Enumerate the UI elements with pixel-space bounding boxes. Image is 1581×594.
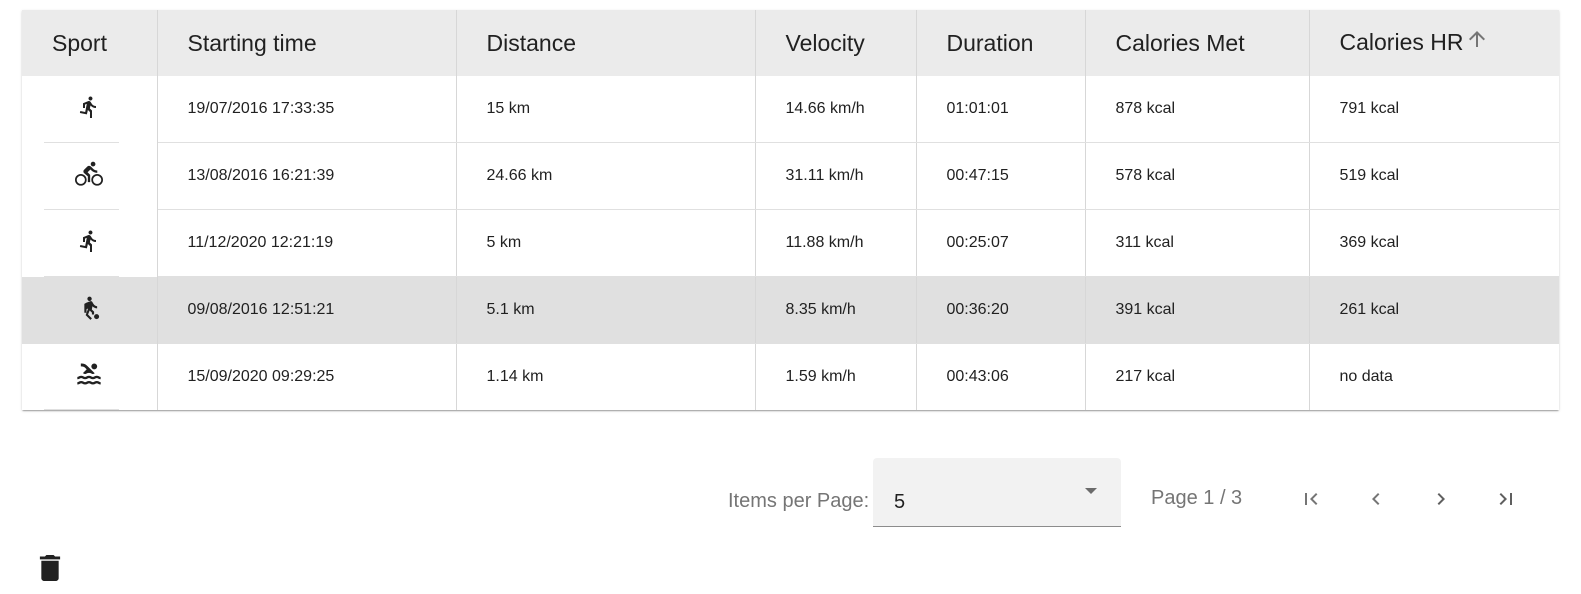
pagination-bar: Items per Page: 5 Page 1 / 3 xyxy=(0,458,1581,528)
cell-distance: 5.1 km xyxy=(456,276,756,344)
sport-cell xyxy=(22,276,158,344)
header-velocity-label: Velocity xyxy=(785,29,865,56)
header-duration[interactable]: Duration xyxy=(916,10,1086,76)
activities-table: Sport Starting time Distance Velocity Du… xyxy=(22,10,1559,410)
sport-cell xyxy=(22,209,158,277)
cell-duration: 00:25:07 xyxy=(916,209,1086,277)
table-row[interactable]: 19/07/2016 17:33:35 15 km 14.66 km/h 01:01:… xyxy=(22,76,1559,143)
header-calories-met[interactable]: Calories Met xyxy=(1085,10,1310,76)
header-starting-time-label: Starting time xyxy=(187,29,317,56)
cell-calories-hr: 791 kcal xyxy=(1309,76,1559,143)
cell-calories-hr: 261 kcal xyxy=(1309,276,1559,344)
cell-duration: 00:43:06 xyxy=(916,343,1086,410)
header-sport-label: Sport xyxy=(52,29,107,56)
cell-calories-met: 391 kcal xyxy=(1085,276,1310,344)
table-row[interactable]: 09/08/2016 12:51:21 5.1 km 8.35 km/h 00:36:… xyxy=(22,276,1559,344)
header-sport[interactable]: Sport xyxy=(22,10,158,76)
header-distance-label: Distance xyxy=(486,29,576,56)
dropdown-caret-icon xyxy=(1085,488,1097,494)
cell-distance: 1.14 km xyxy=(456,343,756,410)
items-per-page-select[interactable]: 5 xyxy=(873,458,1121,527)
cell-starting-time: 15/09/2020 09:29:25 xyxy=(157,343,457,410)
next-page-button[interactable] xyxy=(1424,482,1458,516)
cell-calories-met: 578 kcal xyxy=(1085,142,1310,210)
cell-starting-time: 19/07/2016 17:33:35 xyxy=(157,76,457,143)
header-calories-hr-label: Calories HR xyxy=(1339,29,1464,56)
header-distance[interactable]: Distance xyxy=(456,10,756,76)
soccer-icon xyxy=(76,294,102,327)
last-page-icon xyxy=(1499,493,1512,505)
cycling-icon xyxy=(73,160,105,193)
cell-calories-hr: 519 kcal xyxy=(1309,142,1559,210)
cell-starting-time: 13/08/2016 16:21:39 xyxy=(157,142,457,210)
table-row[interactable]: 15/09/2020 09:29:25 1.14 km 1.59 km/h 00:43… xyxy=(22,343,1559,410)
cell-velocity: 8.35 km/h xyxy=(755,276,917,344)
cell-calories-met: 878 kcal xyxy=(1085,76,1310,143)
cell-distance: 24.66 km xyxy=(456,142,756,210)
cell-distance: 5 km xyxy=(456,209,756,277)
cell-duration: 01:01:01 xyxy=(916,76,1086,143)
running-icon xyxy=(77,95,101,124)
header-velocity[interactable]: Velocity xyxy=(755,10,917,76)
table-row[interactable]: 11/12/2020 12:21:19 5 km 11.88 km/h 00:25:0… xyxy=(22,209,1559,277)
sport-cell xyxy=(22,76,158,143)
first-page-button[interactable] xyxy=(1294,482,1328,516)
cell-calories-met: 217 kcal xyxy=(1085,343,1310,410)
items-per-page-label: Items per Page: xyxy=(728,490,870,512)
delete-button[interactable] xyxy=(38,555,62,581)
cell-velocity: 31.11 km/h xyxy=(755,142,917,210)
header-calories-hr[interactable]: Calories HR xyxy=(1309,10,1559,76)
header-calories-met-label: Calories Met xyxy=(1115,29,1245,56)
sport-cell xyxy=(22,142,158,210)
page-info: Page 1 / 3 xyxy=(1151,487,1243,509)
cell-velocity: 11.88 km/h xyxy=(755,209,917,277)
cell-distance: 15 km xyxy=(456,76,756,143)
cell-starting-time: 11/12/2020 12:21:19 xyxy=(157,209,457,277)
cell-duration: 00:47:15 xyxy=(916,142,1086,210)
header-starting-time[interactable]: Starting time xyxy=(157,10,457,76)
cell-duration: 00:36:20 xyxy=(916,276,1086,344)
previous-page-icon xyxy=(1372,493,1380,505)
cell-calories-hr: 369 kcal xyxy=(1309,209,1559,277)
running-icon xyxy=(77,229,101,258)
cell-calories-met: 311 kcal xyxy=(1085,209,1310,277)
swimming-icon xyxy=(74,360,104,393)
cell-calories-hr: no data xyxy=(1339,368,1393,385)
sport-cell xyxy=(22,343,158,410)
table-header-row: Sport Starting time Distance Velocity Du… xyxy=(22,10,1559,76)
items-per-page-value: 5 xyxy=(894,491,906,513)
trash-icon xyxy=(39,555,61,581)
cell-velocity: 14.66 km/h xyxy=(755,76,917,143)
last-page-button[interactable] xyxy=(1489,482,1523,516)
next-page-icon xyxy=(1437,493,1445,505)
table-row[interactable]: 13/08/2016 16:21:39 24.66 km 31.11 km/h 00:… xyxy=(22,142,1559,210)
cell-velocity: 1.59 km/h xyxy=(755,343,917,410)
header-duration-label: Duration xyxy=(946,29,1034,56)
cell-starting-time: 09/08/2016 12:51:21 xyxy=(157,276,457,344)
arrow-up-icon[interactable] xyxy=(1465,27,1489,57)
previous-page-button[interactable] xyxy=(1359,482,1393,516)
first-page-icon xyxy=(1305,493,1318,505)
